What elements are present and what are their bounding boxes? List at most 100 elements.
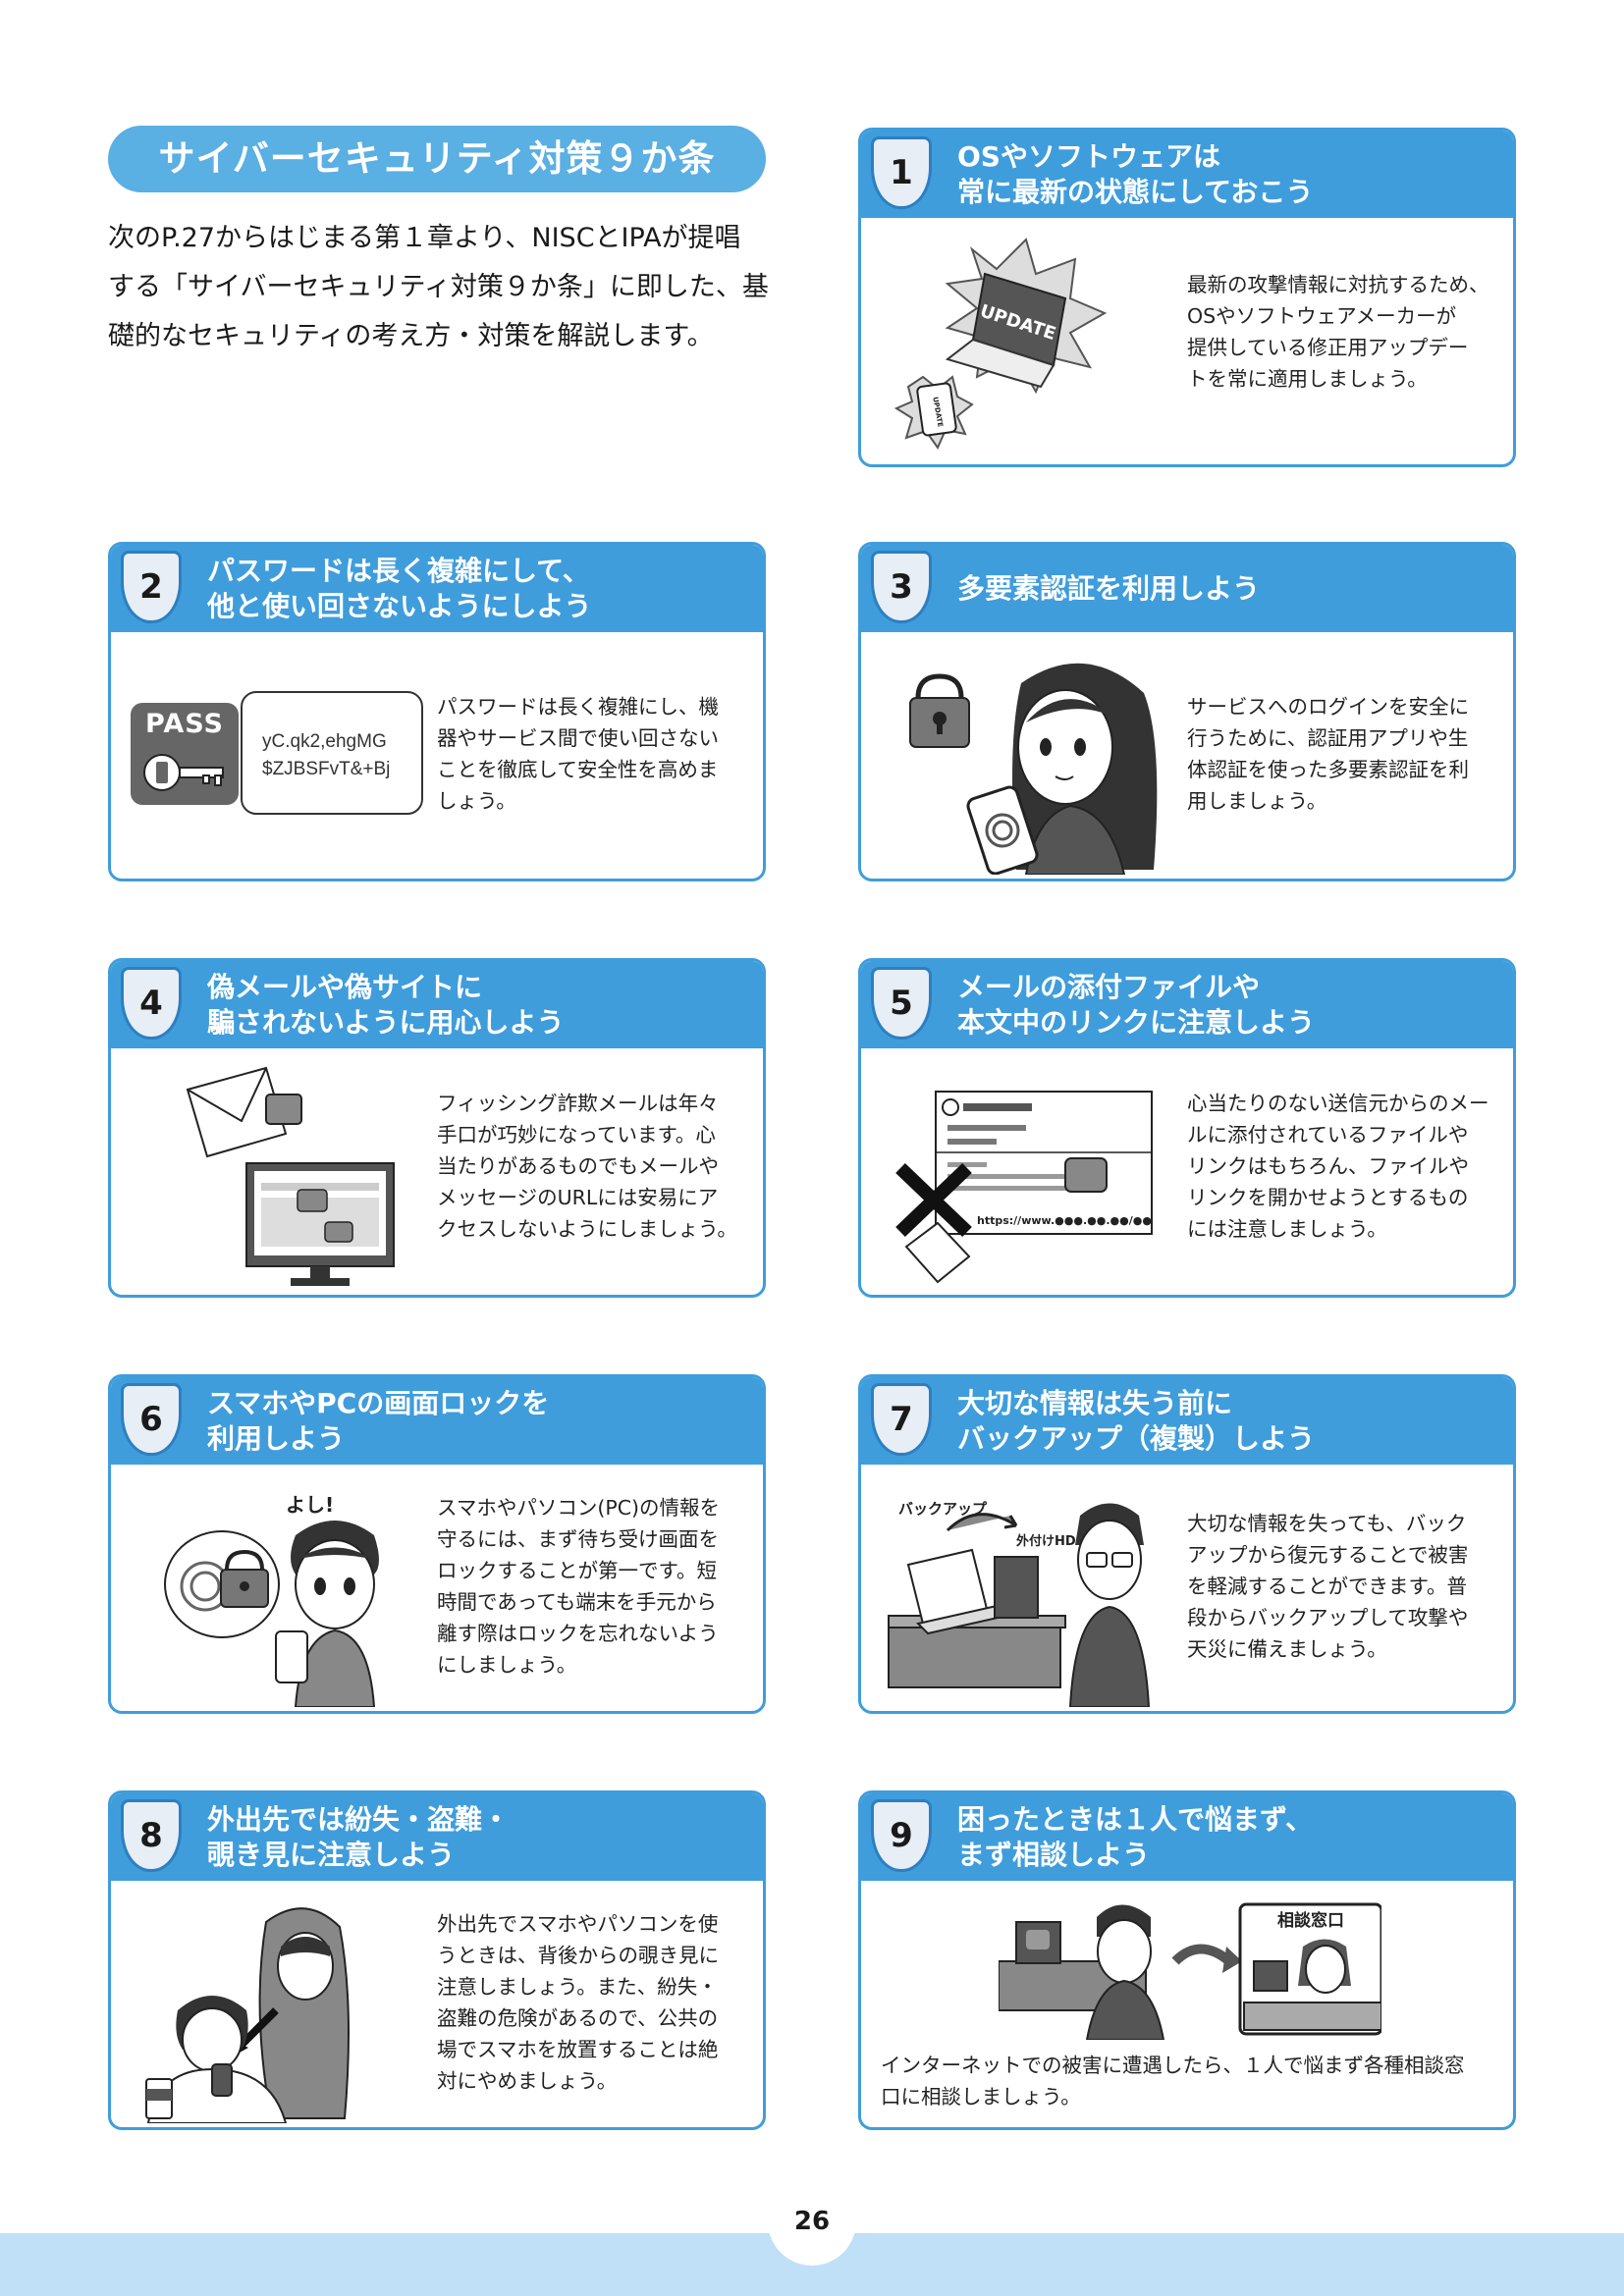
yoshi-text: よし! <box>286 1493 334 1517</box>
text-line: 口に相談しましょう。 <box>881 2085 1081 2109</box>
number-badge: 8 <box>121 1799 182 1872</box>
card-text: インターネットでの被害に遭遇したら、１人で悩まず各種相談窓 口に相談しましょう。 <box>881 2050 1499 2112</box>
suspicious-email-icon: https://www.●●●.●●.●●/●● <box>895 1091 1153 1284</box>
text-line: 離す際はロックを忘れないよう <box>437 1622 719 1645</box>
card-body: https://www.●●●.●●.●●/●● 心当たりのない送信元からのメー… <box>861 1048 1513 1295</box>
card-text: 大切な情報を失っても、バック アップから復元することで被害 を軽減することができ… <box>1187 1508 1499 1665</box>
password-text: yC.qk2,ehgMG $ZJBSFvT&+Bj <box>262 728 390 783</box>
card-9-consult: 9 困ったときは１人で悩まず、 まず相談しよう 相談窓口 インターネットでの被害… <box>858 1790 1516 2130</box>
number-badge: 5 <box>871 967 932 1040</box>
card-title: 偽メールや偽サイトに 騙されないように用心しよう <box>207 961 749 1048</box>
text-line: 行うために、認証用アプリや生 <box>1187 726 1469 750</box>
card-text: 外出先でスマホやパソコンを使 うときは、背後からの覗き見に 注意しましょう。また… <box>437 1908 749 2097</box>
pass-label: PASS <box>145 709 224 739</box>
card-body: よし! スマホやパソコン(PC)の情報を 守るには、まず待ち受け画面を ロックす… <box>111 1465 763 1711</box>
text-line: クセスしないようにしましょう。 <box>437 1217 737 1241</box>
padlock-icon <box>909 673 970 748</box>
text-line: にしましょう。 <box>437 1653 577 1677</box>
text-line: トを常に適用しましょう。 <box>1187 367 1428 391</box>
card-body: フィッシング詐欺メールは年々 手口が巧妙になっています。心 当たりがあるものでも… <box>111 1048 763 1295</box>
key-icon <box>143 754 224 791</box>
card-title: 外出先では紛失・盗難・ 覗き見に注意しよう <box>207 1793 749 1881</box>
card-header: 2 パスワードは長く複雑にして、 他と使い回さないようにしよう <box>111 545 763 632</box>
text-line: 手口が巧妙になっています。心 <box>437 1123 716 1147</box>
card-header: 3 多要素認証を利用しよう <box>861 545 1513 632</box>
suspicious-link-text: https://www.●●●.●●.●●/●● <box>977 1214 1152 1227</box>
text-line: 対にやめましょう。 <box>437 2069 618 2093</box>
text-line: 最新の攻撃情報に対抗するため、 <box>1187 273 1489 296</box>
card-header: 9 困ったときは１人で悩まず、 まず相談しよう <box>861 1793 1513 1881</box>
card-title-line: メールの添付ファイルや <box>957 970 1261 1003</box>
card-5-attachment: 5 メールの添付ファイルや 本文中のリンクに注意しよう https://www.… <box>858 958 1516 1298</box>
consult-window-label: 相談窓口 <box>1277 1910 1344 1931</box>
card-title-line: 覗き見に注意しよう <box>207 1838 456 1871</box>
text-line: 場でスマホを放置することは絶 <box>437 2038 719 2061</box>
laptop-update-icon: UPDATE UPDATE <box>893 238 1108 451</box>
page-number: 26 <box>793 2207 831 2236</box>
text-line: ルに添付されているファイルや <box>1187 1123 1469 1147</box>
text-line: を軽減することができます。普 <box>1187 1575 1467 1598</box>
card-header: 7 大切な情報は失う前に バックアップ（複製）しよう <box>861 1377 1513 1465</box>
card-body: 相談窓口 インターネットでの被害に遭遇したら、１人で悩まず各種相談窓 口に相談し… <box>861 1881 1513 2127</box>
password-bubble: yC.qk2,ehgMG $ZJBSFvT&+Bj <box>241 691 423 815</box>
card-title-line: 常に最新の状態にしておこう <box>957 175 1314 208</box>
card-header: 8 外出先では紛失・盗難・ 覗き見に注意しよう <box>111 1793 763 1881</box>
card-text: スマホやパソコン(PC)の情報を 守るには、まず待ち受け画面を ロックすることが… <box>437 1492 749 1681</box>
card-body: 外出先でスマホやパソコンを使 うときは、背後からの覗き見に 注意しましょう。また… <box>111 1881 763 2127</box>
card-title-line: 他と使い回さないようにしよう <box>207 589 592 622</box>
card-body: バックアップ 外付けHDD 大切な情報を失っても、バック アップから復元すること… <box>861 1465 1513 1711</box>
card-3-mfa: 3 多要素認証を利用しよう サービスへのログインを安全に 行うために、認証用アプ… <box>858 542 1516 881</box>
card-title: 大切な情報は失う前に バックアップ（複製）しよう <box>957 1377 1499 1465</box>
text-line: 提供している修正用アップデー <box>1187 336 1469 359</box>
backup-hdd-icon: バックアップ 外付けHDD <box>888 1500 1151 1707</box>
text-line: メッセージのURLには安易にア <box>437 1186 719 1209</box>
text-line: うときは、背後からの覗き見に <box>437 1944 719 1967</box>
number-badge: 6 <box>121 1383 182 1456</box>
card-title: パスワードは長く複雑にして、 他と使い回さないようにしよう <box>207 545 749 632</box>
page: サイバーセキュリティ対策９か条 次のP.27からはじまる第１章より、NISCとI… <box>0 0 1624 2296</box>
card-title-line: 本文中のリンクに注意しよう <box>957 1005 1316 1039</box>
card-1-update: 1 OSやソフトウェアは 常に最新の状態にしておこう UPDATE UPDATE… <box>858 128 1516 467</box>
card-title-line: 利用しよう <box>207 1421 346 1455</box>
card-title-line: バックアップ（複製）しよう <box>957 1421 1316 1455</box>
text-line: 器やサービス間で使い回さない <box>437 726 719 750</box>
card-7-backup: 7 大切な情報は失う前に バックアップ（複製）しよう バックアップ 外付けHDD <box>858 1374 1516 1714</box>
card-title: 困ったときは１人で悩まず、 まず相談しよう <box>957 1793 1499 1881</box>
text-line: OSやソフトウェアメーカーが <box>1187 304 1457 328</box>
card-header: 1 OSやソフトウェアは 常に最新の状態にしておこう <box>861 131 1513 218</box>
card-title-line: OSやソフトウェアは <box>957 139 1220 173</box>
fake-mail-monitor-icon <box>186 1066 395 1286</box>
woman-fingerprint-icon <box>909 663 1158 875</box>
intro-line: 礎的なセキュリティの考え方・対策を解説します。 <box>108 321 714 351</box>
card-title: 多要素認証を利用しよう <box>957 545 1499 632</box>
card-title-line: 多要素認証を利用しよう <box>957 571 1261 605</box>
text-line: 時間であっても端末を手元から <box>437 1590 717 1614</box>
card-text: パスワードは長く複雑にし、機 器やサービス間で使い回さない ことを徹底して安全性… <box>437 691 749 817</box>
card-header: 6 スマホやPCの画面ロックを 利用しよう <box>111 1377 763 1465</box>
card-text: 最新の攻撃情報に対抗するため、 OSやソフトウェアメーカーが 提供している修正用… <box>1187 269 1499 395</box>
text-line: 大切な情報を失っても、バック <box>1187 1512 1467 1535</box>
text-line: フィッシング詐欺メールは年々 <box>437 1092 719 1115</box>
text-line: スマホやパソコン(PC)の情報を <box>437 1496 721 1520</box>
shoulder-surfing-icon <box>145 1907 350 2123</box>
card-text: フィッシング詐欺メールは年々 手口が巧妙になっています。心 当たりがあるものでも… <box>437 1088 749 1245</box>
card-text: サービスへのログインを安全に 行うために、認証用アプリや生 体認証を使った多要素… <box>1187 691 1499 817</box>
card-title: メールの添付ファイルや 本文中のリンクに注意しよう <box>957 961 1499 1048</box>
number-badge: 3 <box>871 551 932 623</box>
text-line: 注意しましょう。また、紛失・ <box>437 1975 718 1999</box>
number-badge: 2 <box>121 551 182 623</box>
text-line: アップから復元することで被害 <box>1187 1543 1469 1567</box>
text-line: サービスへのログインを安全に <box>1187 695 1469 719</box>
page-title: サイバーセキュリティ対策９か条 <box>108 126 766 192</box>
card-title: OSやソフトウェアは 常に最新の状態にしておこう <box>957 131 1499 218</box>
card-title: スマホやPCの画面ロックを 利用しよう <box>207 1377 749 1465</box>
pass-key-icon: PASS <box>131 703 239 805</box>
text-line: 天災に備えましょう。 <box>1187 1637 1387 1661</box>
text-line: ことを徹底して安全性を高めま <box>437 758 719 781</box>
number-badge: 4 <box>121 967 182 1040</box>
intro-line: する「サイバーセキュリティ対策９か条」に即した、基 <box>108 272 769 302</box>
text-line: には注意しましょう。 <box>1187 1217 1387 1241</box>
card-2-password: 2 パスワードは長く複雑にして、 他と使い回さないようにしよう PASS yC.… <box>108 542 766 881</box>
boy-screen-lock-icon: よし! <box>164 1493 379 1707</box>
text-line: 用しましょう。 <box>1187 789 1327 813</box>
